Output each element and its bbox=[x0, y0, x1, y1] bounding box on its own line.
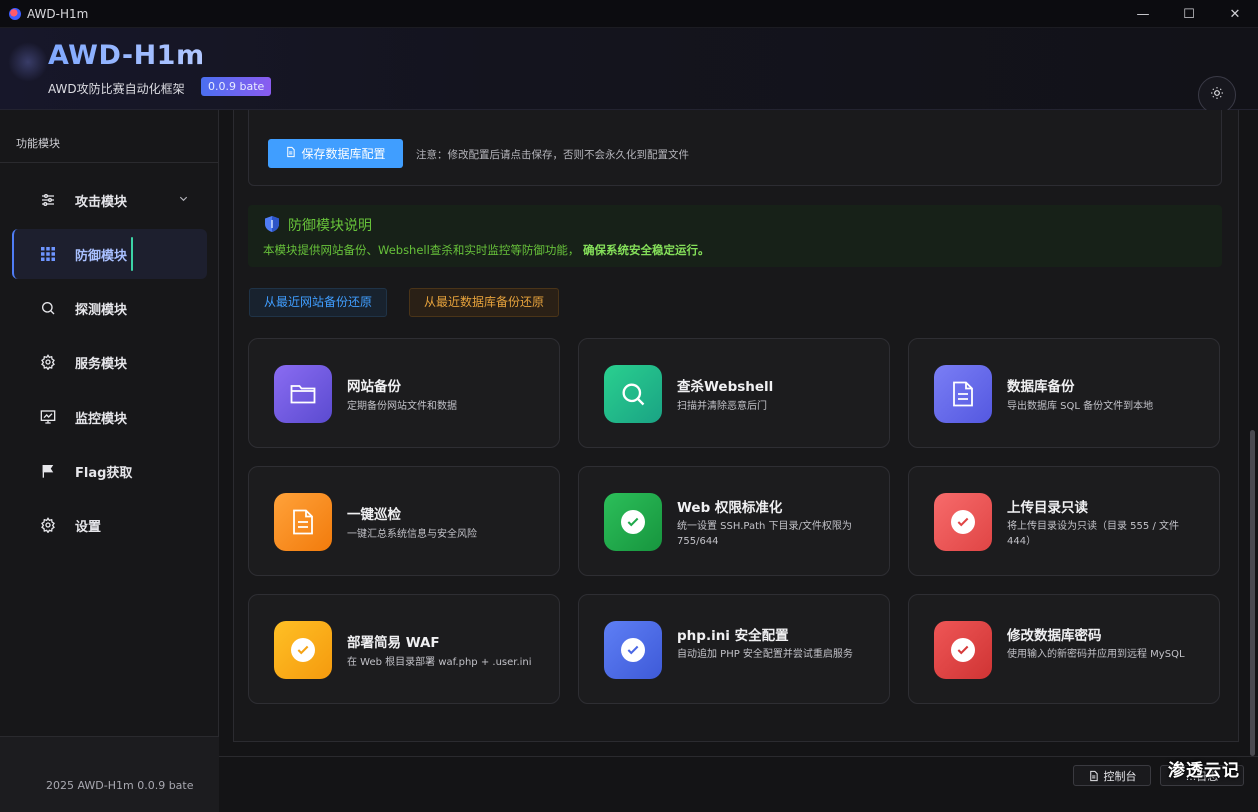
tool-name: 一键巡检 bbox=[347, 507, 401, 523]
sidebar-footer: 2025 AWD-H1m 0.0.9 bate bbox=[0, 736, 219, 812]
sidebar-item-label: Flag获取 bbox=[75, 465, 133, 481]
defense-info-box: 防御模块说明 本模块提供网站备份、Webshell查杀和实时监控等防御功能， 确… bbox=[248, 205, 1222, 267]
search-icon bbox=[39, 299, 57, 317]
sidebar-item-monitor[interactable]: 监控模块 bbox=[12, 392, 207, 442]
tool-desc: 统一设置 SSH.Path 下目录/文件权限为 755/644 bbox=[677, 521, 852, 547]
theme-toggle-button[interactable] bbox=[1198, 76, 1236, 114]
tool-desc: 自动追加 PHP 安全配置并尝试重启服务 bbox=[677, 649, 853, 660]
tool-desc: 在 Web 根目录部署 waf.php + .user.ini bbox=[347, 657, 532, 668]
sidebar: 功能模块 攻击模块 防御模块 探测模块 服务模块 监控模块 Flag获取 设置 … bbox=[0, 110, 219, 812]
sidebar-item-flag[interactable]: Flag获取 bbox=[12, 446, 207, 496]
tool-name: 部署简易 WAF bbox=[347, 635, 440, 651]
sidebar-item-service[interactable]: 服务模块 bbox=[12, 337, 207, 387]
monitor-chart-icon bbox=[39, 408, 57, 426]
document-icon bbox=[1088, 770, 1099, 782]
tool-card-db-backup[interactable]: 数据库备份 导出数据库 SQL 备份文件到本地 bbox=[908, 338, 1220, 448]
flag-icon bbox=[39, 462, 57, 480]
brand-subtitle: AWD攻防比赛自动化框架 bbox=[48, 82, 185, 96]
tool-card-db-password[interactable]: 修改数据库密码 使用输入的新密码并应用到远程 MySQL bbox=[908, 594, 1220, 704]
sidebar-item-label: 探测模块 bbox=[75, 302, 128, 318]
tool-card-waf[interactable]: 部署简易 WAF 在 Web 根目录部署 waf.php + .user.ini bbox=[248, 594, 560, 704]
window-title: AWD-H1m bbox=[27, 6, 89, 21]
tool-desc: 将上传目录设为只读（目录 555 / 文件 444） bbox=[1007, 521, 1179, 547]
sidebar-item-probe[interactable]: 探测模块 bbox=[12, 283, 207, 333]
sidebar-divider bbox=[0, 162, 219, 163]
console-button[interactable]: 控制台 bbox=[1073, 765, 1151, 786]
main-content: 保存数据库配置 注意：修改配置后请点击保存，否则不会永久化到配置文件 防御模块说… bbox=[233, 110, 1239, 742]
sidebar-item-settings[interactable]: 设置 bbox=[12, 500, 207, 550]
tool-name: 网站备份 bbox=[347, 379, 401, 395]
tool-card-site-backup[interactable]: 网站备份 定期备份网站文件和数据 bbox=[248, 338, 560, 448]
tool-card-phpini[interactable]: php.ini 安全配置 自动追加 PHP 安全配置并尝试重启服务 bbox=[578, 594, 890, 704]
sun-icon bbox=[1210, 86, 1224, 104]
check-circle-icon bbox=[934, 621, 992, 679]
app-header: AWD-H1m AWD攻防比赛自动化框架 0.0.9 bate bbox=[0, 28, 1258, 114]
folder-icon bbox=[274, 365, 332, 423]
tool-card-upload-readonly[interactable]: 上传目录只读 将上传目录设为只读（目录 555 / 文件 444） bbox=[908, 466, 1220, 576]
gear-icon bbox=[39, 353, 57, 371]
tool-desc: 定期备份网站文件和数据 bbox=[347, 401, 457, 412]
sidebar-section-title: 功能模块 bbox=[16, 137, 60, 150]
minimize-button[interactable]: — bbox=[1120, 0, 1166, 28]
tool-name: Web 权限标准化 bbox=[677, 500, 783, 516]
main-scrollbar[interactable] bbox=[1250, 430, 1255, 756]
tool-card-inspection[interactable]: 一键巡检 一键汇总系统信息与安全风险 bbox=[248, 466, 560, 576]
check-circle-icon bbox=[604, 621, 662, 679]
sidebar-item-label: 设置 bbox=[75, 519, 102, 535]
gear-icon bbox=[39, 516, 57, 534]
tool-card-web-perms[interactable]: Web 权限标准化 统一设置 SSH.Path 下目录/文件权限为 755/64… bbox=[578, 466, 890, 576]
info-text-main: 本模块提供网站备份、Webshell查杀和实时监控等防御功能， bbox=[263, 243, 580, 257]
sidebar-item-defense[interactable]: 防御模块 bbox=[12, 229, 207, 279]
tool-name: 修改数据库密码 bbox=[1007, 628, 1102, 644]
save-db-config-button[interactable]: 保存数据库配置 bbox=[268, 139, 403, 168]
version-badge: 0.0.9 bate bbox=[201, 77, 272, 96]
chevron-down-icon bbox=[178, 193, 189, 207]
window-titlebar: AWD-H1m — ☐ ✕ bbox=[0, 0, 1258, 28]
tool-desc: 一键汇总系统信息与安全风险 bbox=[347, 529, 477, 540]
tool-name: php.ini 安全配置 bbox=[677, 628, 789, 644]
tool-name: 数据库备份 bbox=[1007, 379, 1075, 395]
sliders-icon bbox=[39, 191, 57, 209]
tool-desc: 使用输入的新密码并应用到远程 MySQL bbox=[1007, 649, 1185, 660]
footer-text: 2025 AWD-H1m 0.0.9 bate bbox=[46, 779, 194, 792]
brand-glow bbox=[8, 42, 48, 82]
watermark-text: 渗透云记 bbox=[1168, 761, 1240, 781]
tool-card-webshell-scan[interactable]: 查杀Webshell 扫描并清除恶意后门 bbox=[578, 338, 890, 448]
info-title: 防御模块说明 bbox=[288, 218, 372, 234]
tool-desc: 导出数据库 SQL 备份文件到本地 bbox=[1007, 401, 1154, 412]
sidebar-item-label: 防御模块 bbox=[75, 248, 128, 264]
info-text-bold: 确保系统安全稳定运行。 bbox=[582, 243, 710, 257]
sidebar-item-attack[interactable]: 攻击模块 bbox=[12, 175, 207, 225]
save-button-label: 保存数据库配置 bbox=[301, 147, 386, 161]
info-text: 本模块提供网站备份、Webshell查杀和实时监控等防御功能， 确保系统安全稳定… bbox=[263, 242, 709, 258]
document-icon bbox=[934, 365, 992, 423]
restore-db-backup-button[interactable]: 从最近数据库备份还原 bbox=[409, 288, 560, 317]
sidebar-item-label: 服务模块 bbox=[75, 356, 128, 372]
save-note: 注意：修改配置后请点击保存，否则不会永久化到配置文件 bbox=[416, 149, 689, 161]
tool-name: 上传目录只读 bbox=[1007, 500, 1088, 516]
sidebar-item-label: 监控模块 bbox=[75, 411, 128, 427]
db-config-card: 保存数据库配置 注意：修改配置后请点击保存，否则不会永久化到配置文件 bbox=[248, 110, 1222, 186]
tool-name: 查杀Webshell bbox=[677, 379, 774, 395]
window-controls: — ☐ ✕ bbox=[1120, 0, 1258, 28]
shield-icon bbox=[265, 216, 279, 232]
check-circle-icon bbox=[274, 621, 332, 679]
brand-title: AWD-H1m bbox=[48, 40, 205, 71]
document-icon bbox=[285, 146, 296, 161]
grid-icon bbox=[39, 245, 57, 263]
close-button[interactable]: ✕ bbox=[1212, 0, 1258, 28]
document-icon bbox=[274, 493, 332, 551]
console-label: 控制台 bbox=[1103, 769, 1137, 783]
restore-web-backup-button[interactable]: 从最近网站备份还原 bbox=[249, 288, 388, 317]
active-indicator bbox=[131, 237, 134, 271]
check-circle-icon bbox=[934, 493, 992, 551]
check-circle-icon bbox=[604, 493, 662, 551]
search-icon bbox=[604, 365, 662, 423]
app-logo-icon bbox=[9, 7, 21, 20]
bottom-bar: 控制台 ...日志 bbox=[219, 756, 1258, 812]
maximize-button[interactable]: ☐ bbox=[1166, 0, 1212, 28]
tool-desc: 扫描并清除恶意后门 bbox=[677, 401, 767, 412]
sidebar-item-label: 攻击模块 bbox=[75, 194, 128, 210]
